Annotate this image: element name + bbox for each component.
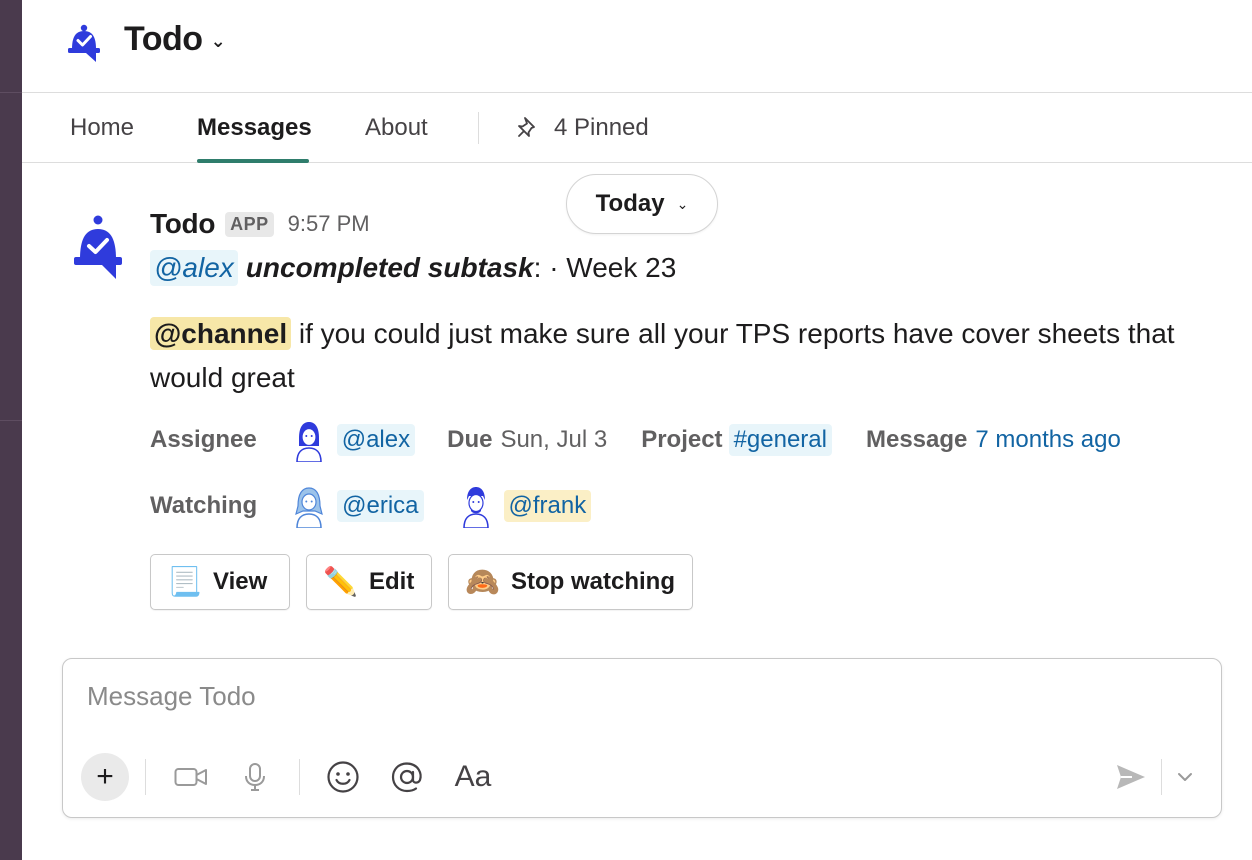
stop-watching-button[interactable]: 🙈 Stop watching bbox=[448, 554, 693, 610]
smiley-face-icon bbox=[327, 761, 359, 793]
watching-label: Watching bbox=[150, 492, 258, 519]
sender-name[interactable]: Todo bbox=[150, 208, 215, 240]
channel-title: Todo bbox=[124, 20, 203, 58]
tab-about[interactable]: About bbox=[365, 114, 428, 142]
channel-mention[interactable]: @channel bbox=[150, 317, 292, 350]
message-header: Todo APP 9:57 PM bbox=[150, 208, 370, 240]
chevron-down-icon: ⌄ bbox=[210, 31, 226, 51]
channel-tabs: Home Messages About 4 Pinned bbox=[22, 94, 1252, 163]
text-format-icon: Aa bbox=[454, 760, 492, 793]
watcher-mention[interactable]: @erica bbox=[337, 490, 424, 522]
send-options-button[interactable] bbox=[1169, 753, 1201, 801]
formatting-button[interactable]: Aa bbox=[449, 753, 497, 801]
workspace-sidebar-rail bbox=[0, 0, 22, 860]
message-permalink[interactable]: 7 months ago bbox=[975, 426, 1120, 454]
alex-avatar bbox=[295, 422, 322, 462]
pin-icon bbox=[518, 117, 535, 137]
channel-view: Todo ⌄ Home Messages About 4 Pinned Toda… bbox=[22, 0, 1252, 860]
pinned-label: 4 Pinned bbox=[554, 114, 649, 141]
add-attachment-button[interactable]: + bbox=[81, 753, 129, 801]
task-suffix: : · Week 23 bbox=[533, 252, 677, 283]
pencil-icon: ✏️ bbox=[323, 566, 358, 597]
microphone-icon bbox=[245, 763, 265, 791]
task-field-row: Assignee @alex Due Sun, Jul 3 Project #g… bbox=[150, 418, 1121, 462]
assignee-label: Assignee bbox=[150, 426, 257, 453]
watching-row: Watching @erica @frank bbox=[150, 484, 592, 528]
pinned-items-button[interactable]: 4 Pinned bbox=[516, 114, 649, 142]
stop-watching-label: Stop watching bbox=[511, 568, 675, 595]
toolbar-divider bbox=[299, 759, 300, 795]
message-timestamp[interactable]: 9:57 PM bbox=[288, 211, 370, 237]
record-audio-button[interactable] bbox=[233, 753, 277, 801]
tabs-divider bbox=[478, 112, 479, 144]
app-badge: APP bbox=[225, 211, 274, 237]
tab-messages[interactable]: Messages bbox=[197, 114, 312, 142]
active-tab-indicator bbox=[197, 159, 309, 163]
message-composer: + bbox=[62, 658, 1222, 818]
date-divider-button[interactable]: Today ⌄ bbox=[566, 174, 718, 234]
rail-divider bbox=[0, 92, 22, 93]
due-value: Sun, Jul 3 bbox=[500, 426, 608, 453]
date-label: Today bbox=[595, 190, 665, 217]
view-button[interactable]: 📃 View bbox=[150, 554, 290, 610]
message-label: Message bbox=[865, 426, 968, 453]
message-summary-line: @alex uncompleted subtask : · Week 23 bbox=[150, 250, 676, 286]
message-body: @channel if you could just make sure all… bbox=[150, 312, 1230, 400]
due-label: Due bbox=[447, 426, 493, 453]
toolbar-divider bbox=[1161, 759, 1162, 795]
video-camera-icon bbox=[174, 768, 207, 786]
emoji-button[interactable] bbox=[321, 753, 365, 801]
assignee-mention[interactable]: @alex bbox=[336, 424, 416, 456]
chevron-down-icon: ⌄ bbox=[676, 195, 689, 212]
plus-icon: + bbox=[96, 760, 114, 793]
see-no-evil-monkey-icon: 🙈 bbox=[465, 566, 500, 597]
frank-avatar bbox=[462, 487, 489, 528]
tab-home[interactable]: Home bbox=[70, 114, 134, 142]
todo-app-logo-icon bbox=[68, 24, 100, 62]
erica-avatar bbox=[295, 487, 323, 528]
send-button[interactable] bbox=[1111, 753, 1151, 801]
record-video-button[interactable] bbox=[169, 753, 213, 801]
send-arrow-icon bbox=[1117, 765, 1145, 789]
edit-button-label: Edit bbox=[369, 568, 415, 595]
rail-divider bbox=[0, 420, 22, 421]
todo-bot-avatar[interactable] bbox=[72, 212, 124, 282]
edit-button[interactable]: ✏️ Edit bbox=[306, 554, 432, 610]
scroll-icon: 📃 bbox=[167, 566, 202, 597]
view-button-label: View bbox=[213, 568, 268, 595]
at-sign-icon bbox=[391, 762, 422, 793]
task-subtitle: uncompleted subtask bbox=[245, 252, 534, 283]
channel-header: Todo ⌄ bbox=[22, 0, 1252, 93]
chevron-down-icon bbox=[1178, 773, 1192, 781]
user-mention[interactable]: @alex bbox=[150, 250, 238, 286]
message-text: if you could just make sure all your TPS… bbox=[150, 318, 1175, 393]
toolbar-divider bbox=[145, 759, 146, 795]
project-channel-link[interactable]: #general bbox=[728, 424, 832, 456]
mention-button[interactable] bbox=[385, 753, 429, 801]
project-label: Project bbox=[641, 426, 723, 453]
channel-title-button[interactable]: Todo ⌄ bbox=[124, 20, 226, 59]
message-input[interactable] bbox=[87, 681, 1187, 712]
watcher-mention[interactable]: @frank bbox=[503, 490, 592, 522]
